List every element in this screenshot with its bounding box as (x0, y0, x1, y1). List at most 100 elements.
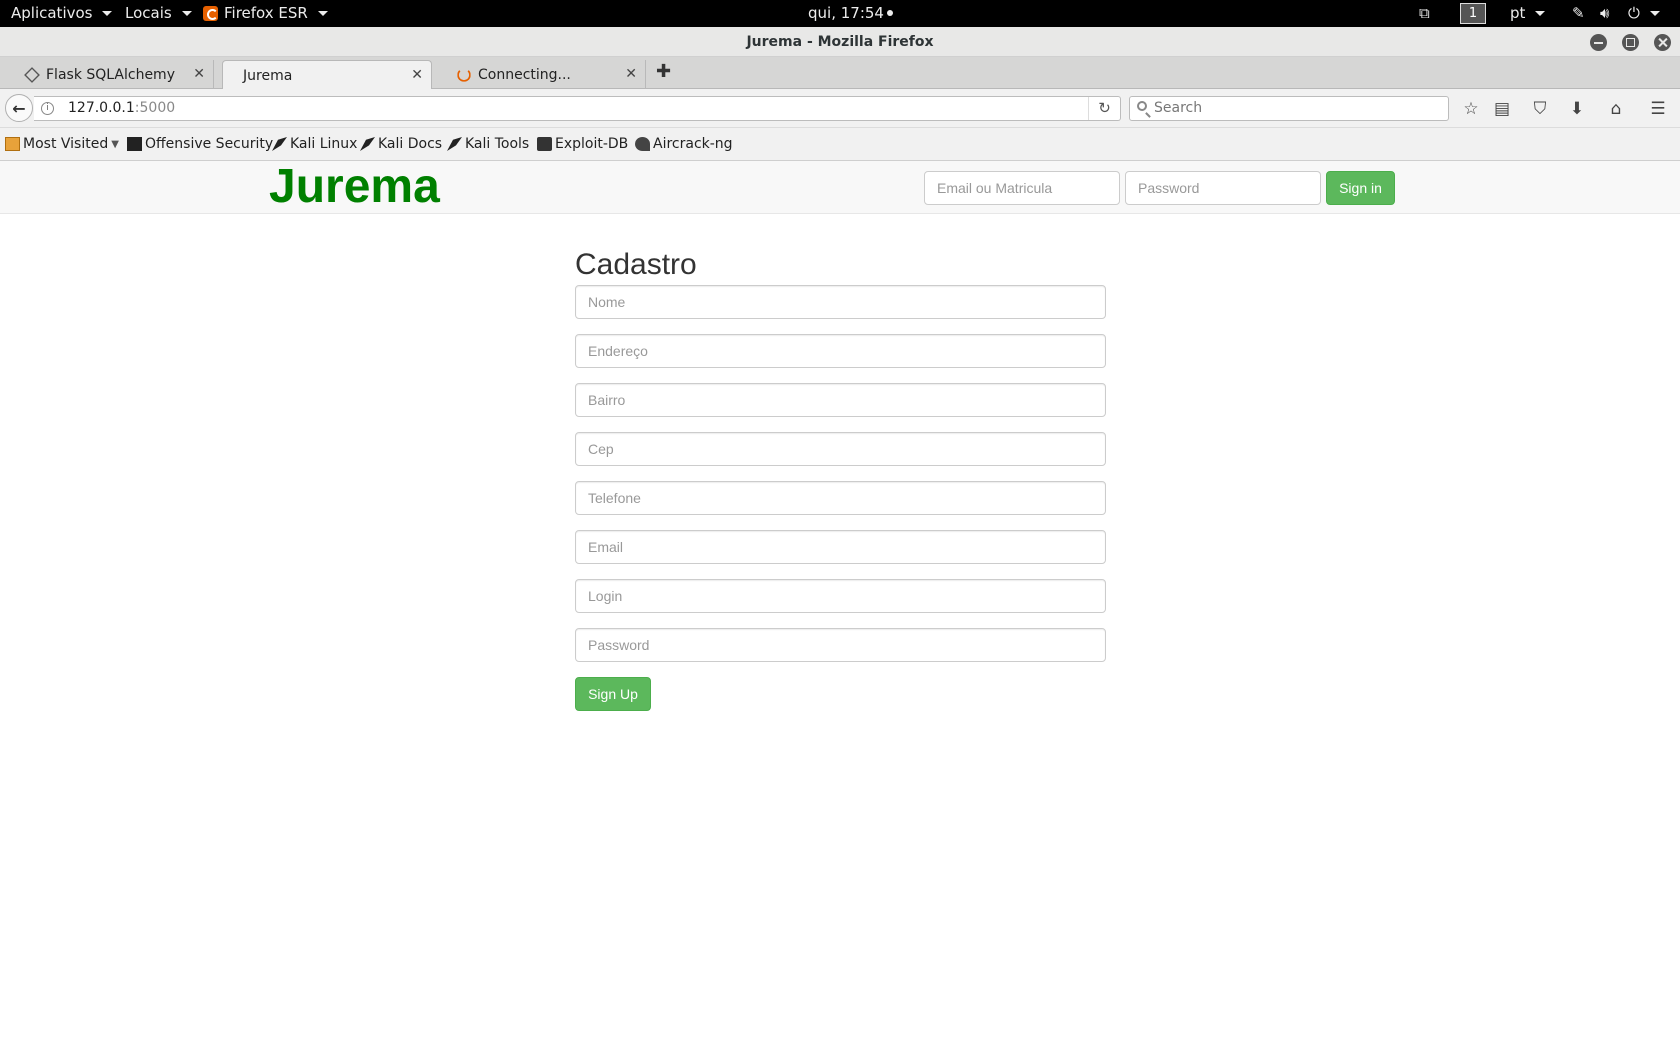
hamburger-menu-icon[interactable]: ☰ (1647, 98, 1669, 120)
endereco-input[interactable] (575, 334, 1106, 368)
firefox-icon (203, 5, 218, 21)
arrow-left-icon: ← (12, 98, 26, 118)
chevron-down-icon (1649, 10, 1660, 16)
offsec-icon (127, 137, 142, 151)
login-input[interactable] (575, 579, 1106, 613)
form-title: Cadastro (575, 248, 697, 281)
bookmark-kali-linux[interactable]: Kali Linux (272, 136, 357, 152)
spinner-icon (457, 67, 471, 82)
bookmark-label: Kali Tools (465, 136, 530, 152)
navigation-toolbar: ← i 127.0.0.1:5000 ↻ Search ☆ ▤ ⛉ ⬇ ⌂ ☰ (0, 89, 1680, 128)
close-window-icon[interactable] (1654, 34, 1671, 51)
pocket-icon[interactable]: ⛉ (1529, 98, 1551, 120)
bookmark-star-icon[interactable]: ☆ (1460, 98, 1482, 120)
chevron-down-icon (1535, 10, 1546, 16)
system-menu[interactable]: ⏻ (1628, 4, 1660, 22)
language-menu[interactable]: pt (1510, 4, 1546, 22)
new-tab-icon[interactable]: ✚ (656, 61, 671, 82)
bookmark-most-visited[interactable]: Most Visited ▼ (5, 136, 119, 152)
tab-label: Connecting... (478, 66, 571, 83)
app-menu-label: Firefox ESR (224, 4, 308, 22)
url-bar[interactable]: i 127.0.0.1:5000 ↻ (34, 96, 1121, 121)
telefone-input[interactable] (575, 481, 1106, 515)
window-title: Jurema - Mozilla Firefox (746, 34, 934, 50)
chevron-down-icon: ▼ (111, 138, 119, 150)
url-text: 127.0.0.1:5000 (68, 100, 175, 116)
close-tab-icon[interactable]: ✕ (411, 67, 423, 83)
language-label: pt (1510, 4, 1526, 22)
window-title-bar: Jurema - Mozilla Firefox (0, 27, 1680, 57)
email-input[interactable] (575, 530, 1106, 564)
search-bar[interactable]: Search (1129, 96, 1449, 121)
chevron-down-icon (181, 10, 192, 16)
accessibility-icon[interactable]: ✎ (1572, 4, 1585, 22)
site-brand[interactable]: Jurema (269, 161, 440, 213)
bookmark-kali-tools[interactable]: Kali Tools (447, 136, 529, 152)
signup-form: Cadastro Sign Up (575, 245, 1106, 711)
tab-connecting[interactable]: Connecting... ✕ (436, 60, 646, 89)
video-icon[interactable]: ⧉ (1419, 4, 1430, 22)
maximize-icon[interactable] (1622, 34, 1639, 51)
applications-menu-label: Aplicativos (11, 4, 93, 22)
sign-up-button[interactable]: Sign Up (575, 677, 651, 711)
exploitdb-icon (537, 137, 552, 151)
bookmark-label: Aircrack-ng (653, 136, 733, 152)
cep-input[interactable] (575, 432, 1106, 466)
bookmark-exploit-db[interactable]: Exploit-DB (537, 136, 628, 152)
clock-text: qui, 17:54 (808, 4, 884, 22)
kali-dragon-icon (447, 137, 462, 151)
chevron-down-icon (102, 10, 113, 16)
reading-list-icon[interactable]: ▤ (1491, 98, 1513, 120)
aircrack-icon (635, 137, 650, 151)
search-placeholder: Search (1154, 100, 1203, 116)
volume-icon[interactable]: 🔊︎ (1600, 4, 1609, 22)
login-email-input[interactable] (924, 171, 1120, 205)
bookmark-label: Offensive Security (145, 136, 274, 152)
bookmark-label: Exploit-DB (555, 136, 629, 152)
bookmark-kali-docs[interactable]: Kali Docs (360, 136, 442, 152)
minimize-icon[interactable] (1590, 34, 1607, 51)
folder-icon (5, 137, 20, 151)
power-icon: ⏻ (1628, 4, 1640, 22)
info-icon[interactable]: i (41, 102, 54, 115)
notification-dot-icon (886, 10, 893, 16)
search-icon (1137, 101, 1147, 111)
applications-menu[interactable]: Aplicativos (11, 4, 113, 22)
web-page: Jurema Sign in Cadastro Sign Up (0, 161, 1680, 1050)
bookmark-label: Most Visited (23, 136, 109, 152)
bairro-input[interactable] (575, 383, 1106, 417)
tab-strip: Flask SQLAlchemy ✕ Jurema ✕ Connecting..… (0, 57, 1680, 90)
reload-icon[interactable]: ↻ (1088, 97, 1120, 120)
places-menu-label: Locais (125, 4, 172, 22)
login-password-input[interactable] (1125, 171, 1321, 205)
bookmark-label: Kali Docs (378, 136, 443, 152)
tab-label: Jurema (243, 67, 293, 84)
url-port: :5000 (134, 100, 176, 116)
flask-icon (24, 66, 40, 83)
tab-jurema[interactable]: Jurema ✕ (222, 60, 432, 90)
bookmark-aircrack-ng[interactable]: Aircrack-ng (635, 136, 733, 152)
places-menu[interactable]: Locais (125, 4, 192, 22)
close-tab-icon[interactable]: ✕ (625, 66, 637, 82)
tab-flask-sqlalchemy[interactable]: Flask SQLAlchemy ✕ (4, 60, 214, 89)
sign-in-button[interactable]: Sign in (1326, 171, 1395, 205)
clock[interactable]: qui, 17:54 (808, 4, 893, 22)
desktop-top-bar: Aplicativos Locais Firefox ESR qui, 17:5… (0, 0, 1680, 27)
back-button[interactable]: ← (5, 94, 33, 122)
kali-dragon-icon (272, 137, 287, 151)
site-navbar: Jurema Sign in (0, 161, 1680, 214)
app-menu[interactable]: Firefox ESR (203, 4, 328, 22)
password-input[interactable] (575, 628, 1106, 662)
chevron-down-icon (317, 10, 328, 16)
workspace-indicator[interactable]: 1 (1460, 3, 1486, 24)
url-host: 127.0.0.1 (68, 100, 135, 116)
kali-dragon-icon (360, 137, 375, 151)
bookmark-offensive-security[interactable]: Offensive Security (127, 136, 273, 152)
home-icon[interactable]: ⌂ (1605, 98, 1627, 120)
tab-label: Flask SQLAlchemy (46, 66, 175, 83)
bookmark-label: Kali Linux (290, 136, 358, 152)
close-tab-icon[interactable]: ✕ (193, 66, 205, 82)
nome-input[interactable] (575, 285, 1106, 319)
bookmarks-toolbar: Most Visited ▼ Offensive Security Kali L… (0, 128, 1680, 161)
download-icon[interactable]: ⬇ (1566, 98, 1588, 120)
